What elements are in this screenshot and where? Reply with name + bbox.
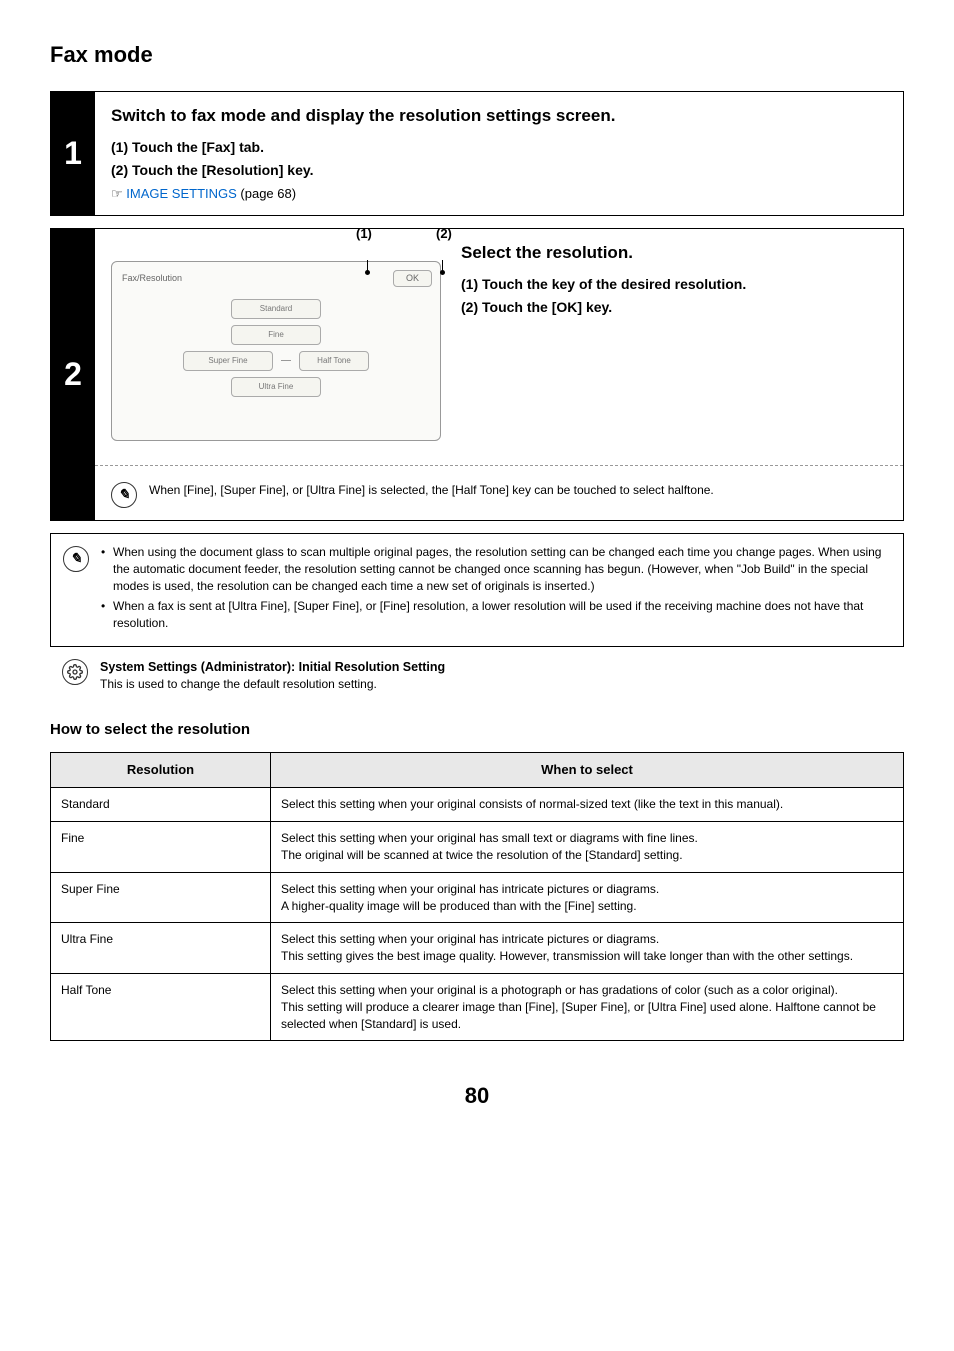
page-title: Fax mode [50,40,904,71]
callout-2: (2) [436,225,452,243]
table-row: StandardSelect this setting when your or… [51,788,904,822]
step-1-sub-2: (2) Touch the [Resolution] key. [111,161,887,181]
gear-icon [62,659,88,685]
note-icon: ✎ [63,546,89,572]
panel-title: Fax/Resolution [120,270,184,287]
half-tone-button[interactable]: Half Tone [299,351,369,371]
table-cell-resolution: Ultra Fine [51,923,271,974]
table-row: Ultra FineSelect this setting when your … [51,923,904,974]
sys-text: This is used to change the default resol… [100,676,445,693]
table-cell-resolution: Fine [51,822,271,873]
table-header-resolution: Resolution [51,753,271,788]
ok-button[interactable]: OK [393,270,432,287]
sys-title: System Settings (Administrator): Initial… [100,659,445,677]
note-icon: ✎ [111,482,137,508]
image-settings-link[interactable]: IMAGE SETTINGS [126,186,237,201]
table-cell-resolution: Standard [51,788,271,822]
step-2-sub-2: (2) Touch the [OK] key. [461,298,887,318]
pointer-icon: ☞ [111,185,123,203]
callout-1: (1) [356,225,372,243]
ultra-fine-button[interactable]: Ultra Fine [231,377,321,397]
table-row: FineSelect this setting when your origin… [51,822,904,873]
table-cell-when: Select this setting when your original h… [271,822,904,873]
link-suffix: (page 68) [237,186,296,201]
table-row: Super FineSelect this setting when your … [51,872,904,923]
table-cell-when: Select this setting when your original h… [271,923,904,974]
table-cell-resolution: Super Fine [51,872,271,923]
step-2-sub-1: (1) Touch the key of the desired resolut… [461,275,887,295]
step-2-note: When [Fine], [Super Fine], or [Ultra Fin… [149,482,887,499]
table-cell-when: Select this setting when your original h… [271,872,904,923]
step-number-2: 2 [51,229,95,520]
step-1-sub-1: (1) Touch the [Fax] tab. [111,138,887,158]
info-bullet-2: When a fax is sent at [Ultra Fine], [Sup… [101,598,891,632]
table-cell-resolution: Half Tone [51,974,271,1041]
table-cell-when: Select this setting when your original i… [271,974,904,1041]
page-number: 80 [50,1081,904,1112]
step-2-heading: Select the resolution. [461,241,887,265]
how-to-heading: How to select the resolution [50,719,904,740]
resolution-panel: Fax/Resolution OK Standard Fine Super Fi… [111,261,441,441]
super-fine-button[interactable]: Super Fine [183,351,273,371]
table-header-when: When to select [271,753,904,788]
step-number-1: 1 [51,92,95,215]
step-2: 2 (1) (2) Fax/Resolution [50,228,904,521]
step-1-heading: Switch to fax mode and display the resol… [111,104,887,128]
info-box: ✎ When using the document glass to scan … [50,533,904,647]
system-settings-box: System Settings (Administrator): Initial… [50,653,904,699]
info-bullet-1: When using the document glass to scan mu… [101,544,891,594]
step-1: 1 Switch to fax mode and display the res… [50,91,904,216]
resolution-table: Resolution When to select StandardSelect… [50,752,904,1041]
fine-button[interactable]: Fine [231,325,321,345]
table-row: Half ToneSelect this setting when your o… [51,974,904,1041]
standard-button[interactable]: Standard [231,299,321,319]
table-cell-when: Select this setting when your original c… [271,788,904,822]
